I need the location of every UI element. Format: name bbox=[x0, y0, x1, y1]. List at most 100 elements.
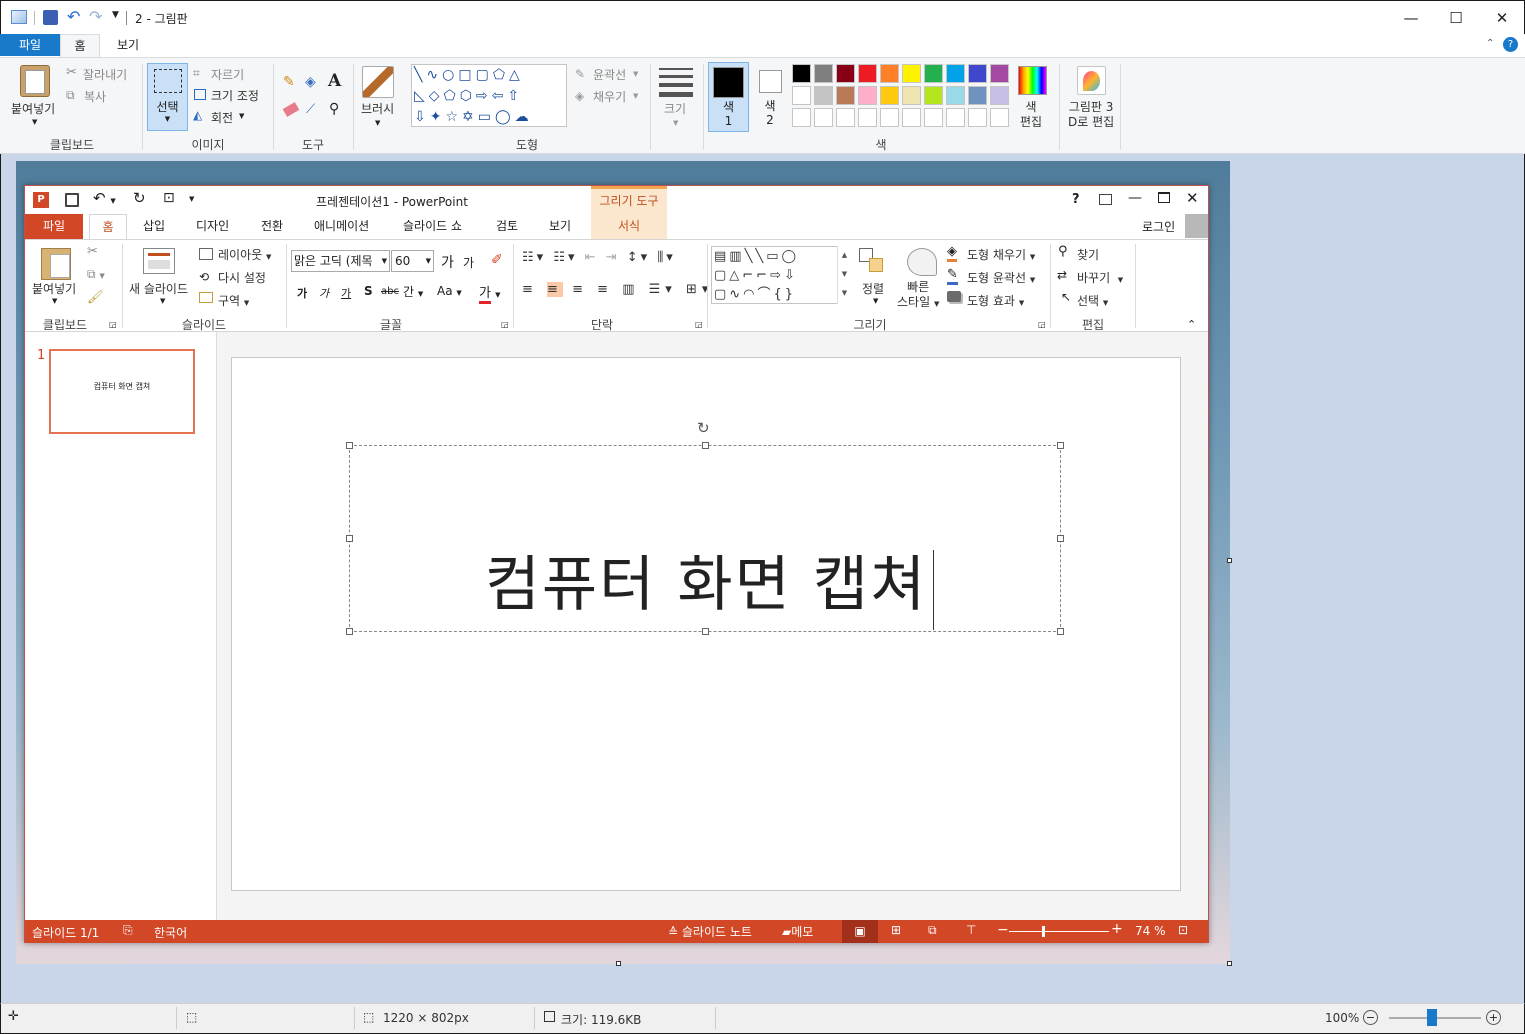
bullets-icon[interactable]: ☷▾ bbox=[522, 250, 546, 265]
color-picker-icon[interactable]: ⟋ bbox=[306, 102, 315, 117]
palette-swatch[interactable] bbox=[792, 86, 811, 105]
language-indicator[interactable]: 한국어 bbox=[154, 924, 187, 941]
ppt-tab-design[interactable]: 디자인 bbox=[186, 214, 239, 239]
palette-swatch[interactable] bbox=[880, 108, 899, 127]
ppt-zoom-slider[interactable] bbox=[1009, 931, 1109, 932]
title-placeholder[interactable]: 컴퓨터 화면 캡쳐 ↻ bbox=[346, 419, 1064, 635]
paste-icon[interactable] bbox=[20, 65, 50, 97]
comments-button[interactable]: ▰메모 bbox=[782, 923, 813, 940]
save-icon[interactable] bbox=[43, 10, 58, 25]
ppt-select-button[interactable]: 선택 ▼ bbox=[1077, 292, 1108, 309]
select-button[interactable]: 선택 ▼ bbox=[147, 63, 188, 131]
ppt-zoom-thumb[interactable] bbox=[1042, 926, 1045, 937]
palette-swatch[interactable] bbox=[880, 64, 899, 83]
shape-effects-button[interactable]: 도형 효과 ▼ bbox=[967, 292, 1024, 309]
edit-colors-icon[interactable] bbox=[1018, 66, 1047, 95]
color-1-button[interactable]: 색1 bbox=[708, 62, 749, 132]
paint3d-icon[interactable] bbox=[1077, 66, 1106, 95]
shrink-font-button[interactable]: 가 bbox=[463, 254, 474, 271]
resize-button[interactable]: 크기 조정 bbox=[211, 87, 259, 104]
text-direction-icon[interactable]: ⫼▾ bbox=[657, 250, 676, 265]
palette-swatch[interactable] bbox=[836, 86, 855, 105]
zoom-out-button[interactable]: − bbox=[1363, 1010, 1378, 1025]
ppt-tab-slideshow[interactable]: 슬라이드 쇼 bbox=[393, 214, 472, 239]
ppt-tab-insert[interactable]: 삽입 bbox=[133, 214, 175, 239]
slide-sorter-view-icon[interactable]: ⊞ bbox=[891, 923, 901, 937]
dialog-launcher-icon[interactable]: ◲ bbox=[109, 320, 117, 329]
size-button[interactable]: 크기 bbox=[664, 100, 686, 117]
fit-slide-icon[interactable]: ⊡ bbox=[1178, 923, 1188, 937]
text-shadow-button[interactable]: S bbox=[364, 284, 373, 298]
palette-swatch[interactable] bbox=[792, 108, 811, 127]
quick-styles-icon[interactable] bbox=[907, 248, 937, 276]
slideshow-view-icon[interactable]: ⊤ bbox=[966, 923, 976, 937]
ppt-save-icon[interactable] bbox=[65, 193, 79, 207]
pencil-icon[interactable]: ✎ bbox=[283, 74, 295, 90]
find-button[interactable]: 찾기 bbox=[1077, 246, 1099, 263]
resize-handle[interactable] bbox=[702, 628, 709, 635]
dialog-launcher-icon[interactable]: ◲ bbox=[501, 320, 509, 329]
char-spacing-button[interactable]: 간 ▼ bbox=[403, 283, 423, 300]
font-color-button[interactable]: 가 ▼ bbox=[479, 282, 501, 304]
arrange-button[interactable]: 정렬 bbox=[862, 280, 884, 297]
palette-swatch[interactable] bbox=[946, 86, 965, 105]
maximize-button[interactable]: ☐ bbox=[1433, 1, 1479, 35]
font-name-dropdown[interactable]: 맑은 고딕 (제목 ▼ bbox=[291, 250, 390, 272]
arrange-icon[interactable] bbox=[859, 248, 887, 274]
zoom-in-button[interactable]: + bbox=[1486, 1010, 1501, 1025]
palette-swatch[interactable] bbox=[836, 64, 855, 83]
ppt-login[interactable]: 로그인 bbox=[1142, 218, 1175, 235]
text-icon[interactable]: A bbox=[328, 71, 341, 91]
ppt-tab-transitions[interactable]: 전환 bbox=[251, 214, 293, 239]
edit-with-paint3d-button[interactable]: 그림판 3 D로 편집 bbox=[1068, 100, 1114, 130]
collapse-ribbon-icon[interactable]: ⌃ bbox=[1187, 318, 1196, 331]
font-size-dropdown[interactable]: 60 ▼ bbox=[391, 250, 434, 272]
zoom-out-icon[interactable]: − bbox=[997, 922, 1009, 938]
tab-file[interactable]: 파일 bbox=[0, 34, 60, 56]
fill-button[interactable]: 채우기 bbox=[593, 88, 626, 105]
reading-view-icon[interactable]: ⧉ bbox=[928, 923, 937, 938]
shape-outline-button[interactable]: 도형 윤곽선 ▼ bbox=[967, 269, 1035, 286]
crop-button[interactable]: 자르기 bbox=[211, 66, 244, 83]
close-button[interactable]: ✕ bbox=[1479, 1, 1525, 35]
palette-swatch[interactable] bbox=[814, 86, 833, 105]
align-left-icon[interactable]: ≡ bbox=[522, 282, 538, 297]
bold-button[interactable]: 가 bbox=[297, 285, 307, 301]
palette-swatch[interactable] bbox=[924, 108, 943, 127]
palette-swatch[interactable] bbox=[990, 64, 1009, 83]
resize-handle[interactable] bbox=[1057, 535, 1064, 542]
outline-button[interactable]: 윤곽선 bbox=[593, 66, 626, 83]
color-2-button[interactable]: 색2 bbox=[751, 62, 789, 132]
redo-icon[interactable]: ↷ bbox=[89, 7, 102, 26]
paint-app-icon[interactable] bbox=[11, 10, 27, 24]
resize-handle[interactable] bbox=[1057, 628, 1064, 635]
underline-button[interactable]: 가 bbox=[341, 285, 351, 301]
zoom-slider-thumb[interactable] bbox=[1427, 1009, 1437, 1026]
slide-canvas[interactable]: 컴퓨터 화면 캡쳐 ↻ bbox=[231, 357, 1181, 891]
smartart-icon[interactable]: ⊞▾ bbox=[686, 282, 713, 297]
strikethrough-button[interactable]: abc bbox=[381, 286, 399, 297]
resize-handle[interactable] bbox=[346, 628, 353, 635]
palette-swatch[interactable] bbox=[924, 86, 943, 105]
ppt-zoom-level[interactable]: 74 % bbox=[1135, 924, 1166, 938]
palette-swatch[interactable] bbox=[902, 86, 921, 105]
magnifier-icon[interactable]: ⚲ bbox=[329, 101, 339, 117]
align-text-icon[interactable]: ☰▾ bbox=[649, 282, 677, 297]
grow-font-button[interactable]: 가 bbox=[441, 252, 454, 272]
ppt-customize-icon[interactable]: ▼ bbox=[189, 195, 194, 203]
ppt-shapes-scroll[interactable]: ▲ ▼ ▼ bbox=[837, 246, 851, 304]
palette-swatch[interactable] bbox=[814, 108, 833, 127]
ppt-minimize-button[interactable]: — bbox=[1128, 190, 1142, 206]
canvas-resize-handle-bottom[interactable] bbox=[616, 961, 621, 966]
size-icon[interactable] bbox=[659, 68, 693, 97]
clear-formatting-icon[interactable]: ✐ bbox=[491, 252, 503, 268]
ppt-maximize-button[interactable] bbox=[1158, 192, 1170, 203]
canvas-resize-handle-corner[interactable] bbox=[1227, 961, 1232, 966]
resize-handle[interactable] bbox=[702, 442, 709, 449]
normal-view-icon[interactable]: ▣ bbox=[842, 920, 878, 943]
shape-row-2[interactable]: ◺◇⬠⬡⇨⇦⇧ bbox=[414, 86, 566, 107]
quick-styles-button[interactable]: 빠른 스타일 ▼ bbox=[897, 280, 939, 312]
eraser-icon[interactable] bbox=[282, 102, 300, 117]
help-icon[interactable]: ? bbox=[1503, 37, 1518, 52]
format-painter-icon[interactable]: 🖌 bbox=[87, 290, 104, 305]
